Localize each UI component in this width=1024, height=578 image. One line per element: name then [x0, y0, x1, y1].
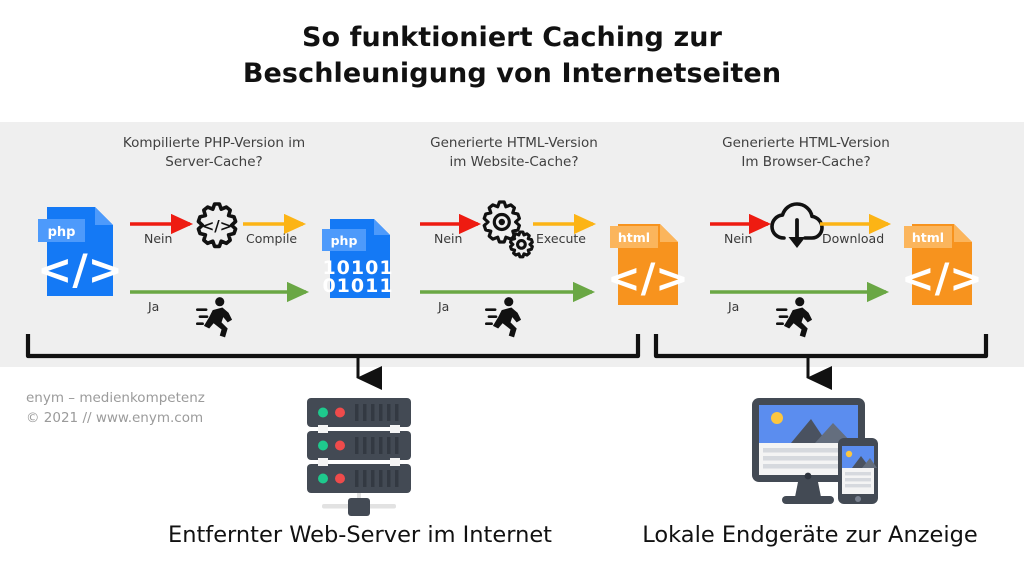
credit-line-1: enym – medienkompetenz — [26, 390, 205, 406]
column-header-browser-cache: Generierte HTML-Version Im Browser-Cache… — [684, 134, 928, 172]
server-rack-icon — [307, 398, 411, 516]
desktop-and-phone-icon — [752, 398, 878, 504]
label-execute: Execute — [536, 231, 586, 246]
credit-line-2: © 2021 // www.enym.com — [26, 410, 204, 427]
column-header-line-2: Server-Cache? — [165, 154, 263, 171]
column-header-line-1: Generierte HTML-Version — [430, 135, 598, 151]
page-title-line-1: So funktioniert Caching zur — [301, 22, 723, 53]
infographic-canvas: So funktioniert Caching zur Beschleunigu… — [0, 0, 1024, 578]
label-ja-3: Ja — [728, 299, 740, 314]
label-nein-3: Nein — [724, 231, 753, 246]
label-compile: Compile — [246, 231, 298, 246]
label-nein-1: Nein — [144, 231, 173, 246]
column-header-line-1: Kompilierte PHP-Version im — [122, 135, 306, 151]
page-title-line-2: Beschleunigung von Internetseiten — [242, 58, 782, 90]
column-header-line-2: Im Browser-Cache? — [741, 154, 871, 171]
column-header-server-cache: Kompilierte PHP-Version im Server-Cache? — [92, 134, 336, 172]
page-title: So funktioniert Caching zur Beschleunigu… — [0, 20, 1024, 92]
label-ja-1: Ja — [148, 299, 160, 314]
label-ja-2: Ja — [438, 299, 450, 314]
caption-local-devices: Lokale Endgeräte zur Anzeige — [642, 522, 978, 548]
column-header-line-1: Generierte HTML-Version — [722, 135, 890, 151]
column-header-website-cache: Generierte HTML-Version im Website-Cache… — [392, 134, 636, 172]
label-nein-2: Nein — [434, 231, 463, 246]
column-header-line-2: im Website-Cache? — [449, 154, 579, 171]
label-download: Download — [822, 231, 885, 246]
credit-block: enym – medienkompetenz © 2021 // www.eny… — [26, 388, 205, 429]
